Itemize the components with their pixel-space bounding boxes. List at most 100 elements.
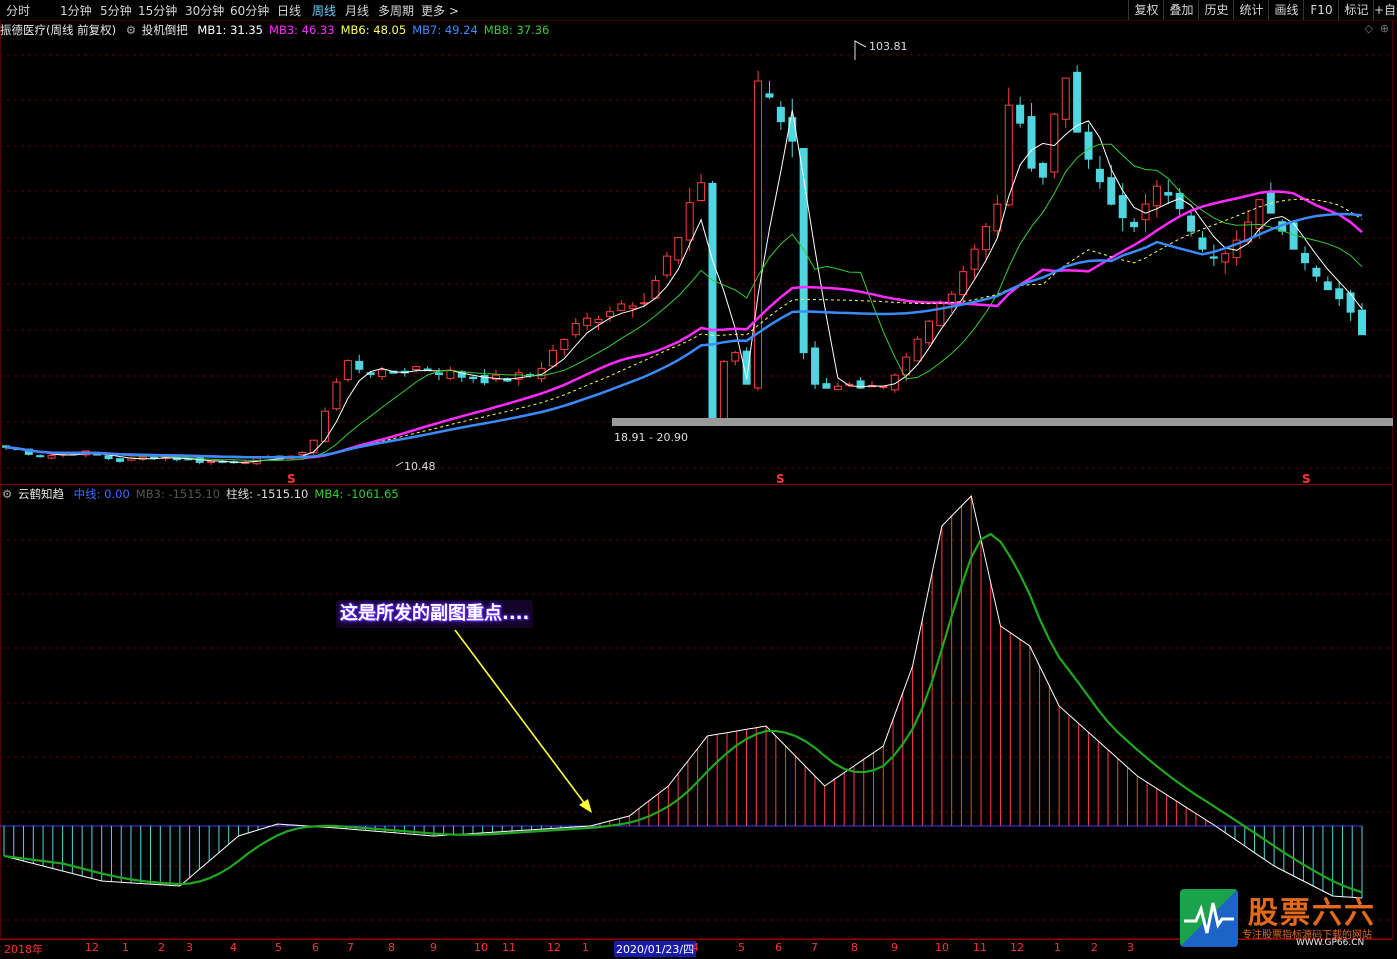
- candle-body-55: [628, 305, 637, 309]
- candle-body-67: [765, 93, 774, 98]
- panel-frame: [0, 20, 1393, 939]
- settings-gear-icon[interactable]: ⚙: [2, 487, 12, 501]
- candle-body-99: [1130, 221, 1139, 228]
- candle-body-103: [1175, 192, 1184, 210]
- candle-body-31: [355, 360, 364, 370]
- period-tab-1[interactable]: 1分钟: [60, 2, 92, 19]
- toolbar-button-2[interactable]: 历史: [1198, 0, 1234, 20]
- candle-body-64: [731, 352, 740, 362]
- candle-body-82: [936, 302, 945, 327]
- candle-body-85: [970, 248, 979, 270]
- legend-line-3: MB7: 49.24: [412, 23, 478, 37]
- candle-body-116: [1323, 281, 1332, 291]
- period-tab-5[interactable]: 60分钟: [230, 2, 269, 19]
- candle-body-56: [640, 302, 649, 305]
- mb4-line: [3, 532, 1363, 894]
- date-tick-4: 3: [186, 941, 193, 954]
- candle-body-87: [993, 203, 1002, 232]
- hist-outline: [3, 494, 1363, 899]
- legend-line-0: 中线: 0.00: [73, 487, 130, 501]
- period-tab-6[interactable]: 日线: [277, 2, 301, 19]
- candle-body-89: [1016, 104, 1025, 124]
- date-tick-18: 6: [775, 941, 782, 954]
- watermark-site: WWW.GP66.CN: [1296, 938, 1365, 948]
- period-tab-10[interactable]: 更多 >: [421, 2, 459, 19]
- annotations: 18.91 - 20.90 103.81 10.48 S S S: [287, 40, 1311, 813]
- toolbar-button-6[interactable]: 标记: [1338, 0, 1374, 20]
- candle-body-36: [412, 366, 421, 371]
- date-tick-7: 6: [312, 941, 319, 954]
- toolbar-button-4[interactable]: 画线: [1268, 0, 1304, 20]
- legend-line-0: MB1: 31.35: [197, 23, 264, 37]
- date-tick-19: 7: [811, 941, 818, 954]
- date-tick-25: 1: [1054, 941, 1061, 954]
- candle-body-71: [811, 347, 820, 385]
- date-tick-14: 1: [582, 941, 589, 954]
- panel-controls[interactable]: ◇ ⊕: [1364, 22, 1389, 35]
- candle-body-72: [822, 383, 831, 389]
- ma-line-mb3: [5, 190, 1363, 459]
- period-tab-0[interactable]: 分时: [6, 2, 30, 19]
- period-tab-4[interactable]: 30分钟: [185, 2, 224, 19]
- candle-body-77: [879, 386, 888, 389]
- candle-body-63: [719, 361, 728, 420]
- toolbar-button-5[interactable]: F10: [1303, 0, 1339, 20]
- date-tick-27: 3: [1127, 941, 1134, 954]
- indicator-panel[interactable]: [0, 494, 1363, 899]
- candle-body-52: [594, 318, 603, 324]
- sub-panel-info: ⚙ 云鹤知趋 中线: 0.00 MB3: -1515.10 柱线: -1515.10…: [0, 486, 405, 502]
- candle-body-4: [47, 454, 56, 459]
- candle-body-26: [298, 451, 307, 456]
- candle-body-48: [548, 349, 557, 367]
- candle-body-53: [605, 311, 614, 318]
- candle-body-84: [959, 271, 968, 296]
- heartbeat-logo-icon: [1180, 889, 1238, 947]
- period-tab-8[interactable]: 月线: [345, 2, 369, 19]
- signal-marker-2: S: [1302, 472, 1311, 486]
- indicator-name[interactable]: 投机倒把: [142, 22, 188, 38]
- chart-canvas[interactable]: 18.91 - 20.90 103.81 10.48 S S S: [0, 0, 1397, 959]
- candle-body-27: [309, 439, 318, 454]
- date-tick-20: 8: [851, 941, 858, 954]
- sub-indicator-name[interactable]: 云鹤知趋: [18, 486, 64, 502]
- date-tick-17: 5: [738, 941, 745, 954]
- legend-line-2: MB6: 48.05: [340, 23, 407, 37]
- candle-body-61: [697, 182, 706, 202]
- period-tab-3[interactable]: 15分钟: [138, 2, 177, 19]
- date-tick-23: 11: [973, 941, 987, 954]
- candle-body-3: [36, 455, 45, 458]
- candle-body-68: [776, 106, 785, 123]
- candle-body-81: [924, 320, 933, 344]
- candle-body-80: [913, 338, 922, 362]
- candle-body-105: [1198, 237, 1207, 250]
- candle-body-18: [207, 460, 216, 463]
- high-label: 103.81: [869, 40, 908, 53]
- toolbar-button-3[interactable]: 统计: [1233, 0, 1269, 20]
- signal-marker-0: S: [287, 472, 296, 486]
- toolbar-button-7[interactable]: +自选: [1373, 0, 1397, 20]
- callout-arrowhead: [579, 799, 592, 813]
- candle-body-50: [571, 323, 580, 336]
- candle-body-107: [1221, 253, 1230, 263]
- candlestick-panel[interactable]: [2, 65, 1394, 465]
- settings-gear-icon[interactable]: ⚙: [126, 23, 136, 37]
- toolbar-button-1[interactable]: 叠加: [1163, 0, 1199, 20]
- date-tick-8: 7: [347, 941, 354, 954]
- date-tick-5: 4: [230, 941, 237, 954]
- date-tick-22: 10: [935, 941, 949, 954]
- legend-line-4: MB8: 37.36: [483, 23, 550, 37]
- candle-body-106: [1209, 256, 1218, 259]
- stock-title[interactable]: 振德医疗(周线 前复权): [0, 22, 116, 38]
- period-tab-2[interactable]: 5分钟: [100, 2, 132, 19]
- candle-body-59: [674, 237, 683, 261]
- period-tab-9[interactable]: 多周期: [378, 2, 414, 19]
- date-axis: 2018年 12 1 2 3 4 5 6 7 8 9 10 11 12 1 2020/01/23/四 4 5 6 7 8…: [0, 940, 1165, 957]
- legend-line-3: MB4: -1061.65: [314, 487, 399, 501]
- signal-marker-1: S: [776, 472, 785, 486]
- candle-body-66: [754, 80, 763, 389]
- date-tick-0: 2018年: [4, 943, 43, 956]
- toolbar-button-0[interactable]: 复权: [1128, 0, 1164, 20]
- candle-body-119: [1358, 309, 1366, 336]
- period-tab-7[interactable]: 周线: [312, 2, 336, 19]
- candle-body-73: [833, 385, 842, 391]
